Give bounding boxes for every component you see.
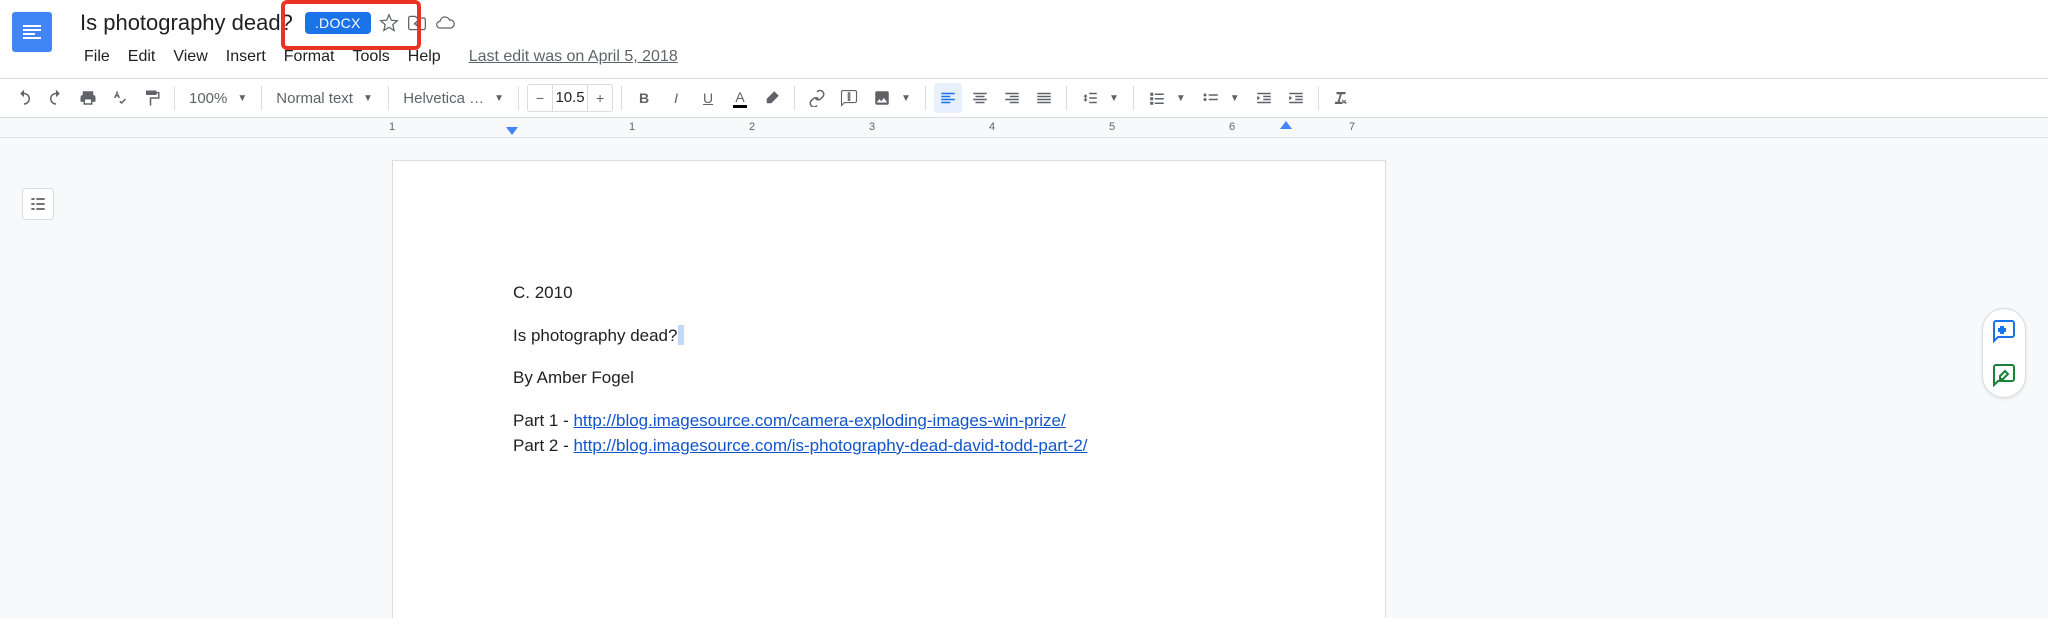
style-value: Normal text <box>276 90 353 107</box>
font-size-increase[interactable]: + <box>588 85 612 111</box>
ruler-tick: 4 <box>989 121 995 133</box>
title-row: Is photography dead? .DOCX <box>76 8 2036 38</box>
ruler-tick: 1 <box>389 121 395 133</box>
doc-line: By Amber Fogel <box>513 366 1265 391</box>
ruler[interactable]: 1 1 2 3 4 5 6 7 <box>0 118 2048 138</box>
document-body[interactable]: C. 2010 Is photography dead? By Amber Fo… <box>513 281 1265 458</box>
workspace: C. 2010 Is photography dead? By Amber Fo… <box>0 138 2048 618</box>
separator <box>621 86 622 110</box>
outline-toggle-button[interactable] <box>22 188 54 220</box>
doc-line: Part 1 - http://blog.imagesource.com/cam… <box>513 409 1265 434</box>
document-page[interactable]: C. 2010 Is photography dead? By Amber Fo… <box>392 160 1386 618</box>
doc-line: C. 2010 <box>513 281 1265 306</box>
cloud-status-icon[interactable] <box>435 13 455 33</box>
font-value: Helvetica … <box>403 90 484 107</box>
redo-button[interactable] <box>42 83 70 113</box>
separator <box>518 86 519 110</box>
doc-line: Is photography dead? <box>513 324 1265 349</box>
align-left-button[interactable] <box>934 83 962 113</box>
separator <box>388 86 389 110</box>
decrease-indent-button[interactable] <box>1250 83 1278 113</box>
image-button[interactable]: ▼ <box>867 83 917 113</box>
italic-button[interactable]: I <box>662 83 690 113</box>
style-select[interactable]: Normal text▼ <box>270 83 380 113</box>
paint-format-button[interactable] <box>138 83 166 113</box>
line-spacing-button[interactable]: ▼ <box>1075 83 1125 113</box>
link-button[interactable] <box>803 83 831 113</box>
move-folder-icon[interactable] <box>407 13 427 33</box>
menu-file[interactable]: File <box>76 44 118 70</box>
bulleted-list-button[interactable]: ▼ <box>1196 83 1246 113</box>
doc-link[interactable]: http://blog.imagesource.com/is-photograp… <box>573 436 1087 455</box>
side-actions <box>1982 308 2026 398</box>
separator <box>174 86 175 110</box>
docs-logo[interactable] <box>12 12 52 52</box>
document-title[interactable]: Is photography dead? <box>76 8 297 38</box>
add-comment-button[interactable] <box>1990 317 2018 345</box>
checklist-button[interactable]: ▼ <box>1142 83 1192 113</box>
clear-formatting-button[interactable] <box>1327 83 1355 113</box>
font-select[interactable]: Helvetica …▼ <box>397 83 510 113</box>
ruler-tick: 6 <box>1229 121 1235 133</box>
undo-button[interactable] <box>10 83 38 113</box>
zoom-value: 100% <box>189 90 227 107</box>
suggest-edits-button[interactable] <box>1990 361 2018 389</box>
separator <box>1133 86 1134 110</box>
ruler-tick: 2 <box>749 121 755 133</box>
comment-button[interactable] <box>835 83 863 113</box>
zoom-select[interactable]: 100%▼ <box>183 83 253 113</box>
toolbar: 100%▼ Normal text▼ Helvetica …▼ − 10.5 +… <box>0 78 2048 118</box>
increase-indent-button[interactable] <box>1282 83 1310 113</box>
star-icon[interactable] <box>379 13 399 33</box>
font-size-decrease[interactable]: − <box>528 85 552 111</box>
docx-badge: .DOCX <box>305 12 371 34</box>
ruler-tick: 7 <box>1349 121 1355 133</box>
separator <box>261 86 262 110</box>
menu-help[interactable]: Help <box>400 44 449 70</box>
separator <box>794 86 795 110</box>
menu-tools[interactable]: Tools <box>344 44 397 70</box>
left-indent-marker[interactable] <box>506 127 518 135</box>
bold-button[interactable]: B <box>630 83 658 113</box>
menu-insert[interactable]: Insert <box>218 44 274 70</box>
underline-button[interactable]: U <box>694 83 722 113</box>
ruler-tick: 1 <box>629 121 635 133</box>
last-edit-link[interactable]: Last edit was on April 5, 2018 <box>469 48 678 66</box>
doc-line: Part 2 - http://blog.imagesource.com/is-… <box>513 434 1265 459</box>
menu-format[interactable]: Format <box>276 44 343 70</box>
align-justify-button[interactable] <box>1030 83 1058 113</box>
title-area: Is photography dead? .DOCX File Edit Vie… <box>76 8 2036 70</box>
separator <box>925 86 926 110</box>
menu-edit[interactable]: Edit <box>120 44 164 70</box>
doc-link[interactable]: http://blog.imagesource.com/camera-explo… <box>573 411 1065 430</box>
align-right-button[interactable] <box>998 83 1026 113</box>
spellcheck-button[interactable] <box>106 83 134 113</box>
menu-bar: File Edit View Insert Format Tools Help … <box>76 44 2036 70</box>
separator <box>1066 86 1067 110</box>
text-color-button[interactable]: A <box>726 83 754 113</box>
menu-view[interactable]: View <box>165 44 215 70</box>
text-cursor <box>678 325 684 345</box>
font-size-control: − 10.5 + <box>527 84 613 112</box>
right-indent-marker[interactable] <box>1280 121 1292 129</box>
align-center-button[interactable] <box>966 83 994 113</box>
ruler-tick: 5 <box>1109 121 1115 133</box>
font-size-input[interactable]: 10.5 <box>552 85 588 111</box>
app-header: Is photography dead? .DOCX File Edit Vie… <box>0 0 2048 70</box>
highlight-button[interactable] <box>758 83 786 113</box>
separator <box>1318 86 1319 110</box>
print-button[interactable] <box>74 83 102 113</box>
ruler-tick: 3 <box>869 121 875 133</box>
